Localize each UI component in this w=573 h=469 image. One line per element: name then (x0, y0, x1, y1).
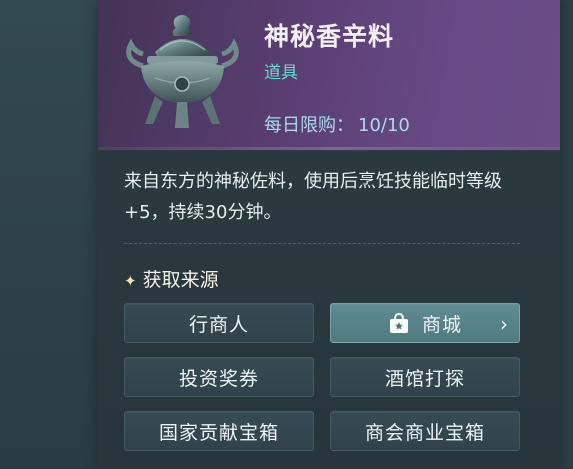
sparkle-icon: ✦ (124, 272, 137, 290)
item-description: 来自东方的神秘佐料，使用后烹饪技能临时等级+5，持续30分钟。 (124, 171, 502, 223)
background-right (560, 0, 573, 469)
source-button-label: 行商人 (188, 313, 249, 336)
item-type: 道具 (264, 63, 298, 83)
source-button-investment-ticket[interactable]: 投资奖券 (124, 357, 314, 397)
source-button-merchant[interactable]: 行商人 (124, 303, 314, 343)
source-button-label: 国家贡献宝箱 (158, 421, 279, 444)
shop-bag-icon (389, 313, 408, 333)
source-button-label: 酒馆打探 (384, 367, 465, 390)
daily-limit: 每日限购： 10/10 (264, 111, 410, 137)
daily-limit-value: 10/10 (358, 115, 410, 136)
sources-title: ✦ 获取来源 (124, 265, 219, 292)
source-button-guild-business-chest[interactable]: 商会商业宝箱 (330, 411, 520, 451)
source-button-label: 商会商业宝箱 (364, 421, 485, 444)
daily-limit-label: 每日限购： (264, 115, 354, 136)
background-left (0, 0, 98, 469)
item-name: 神秘香辛料 (264, 22, 395, 51)
source-button-label: 商城 (421, 313, 462, 336)
source-button-shop[interactable]: 商城 › (330, 303, 520, 343)
sources-title-label: 获取来源 (142, 269, 219, 291)
source-button-tavern-inquiry[interactable]: 酒馆打探 (330, 357, 520, 397)
chevron-right-icon: › (500, 312, 509, 336)
divider (124, 243, 520, 244)
incense-censer-icon (126, 15, 239, 128)
source-button-national-contribution-chest[interactable]: 国家贡献宝箱 (124, 411, 314, 451)
source-button-label: 投资奖券 (178, 367, 259, 390)
